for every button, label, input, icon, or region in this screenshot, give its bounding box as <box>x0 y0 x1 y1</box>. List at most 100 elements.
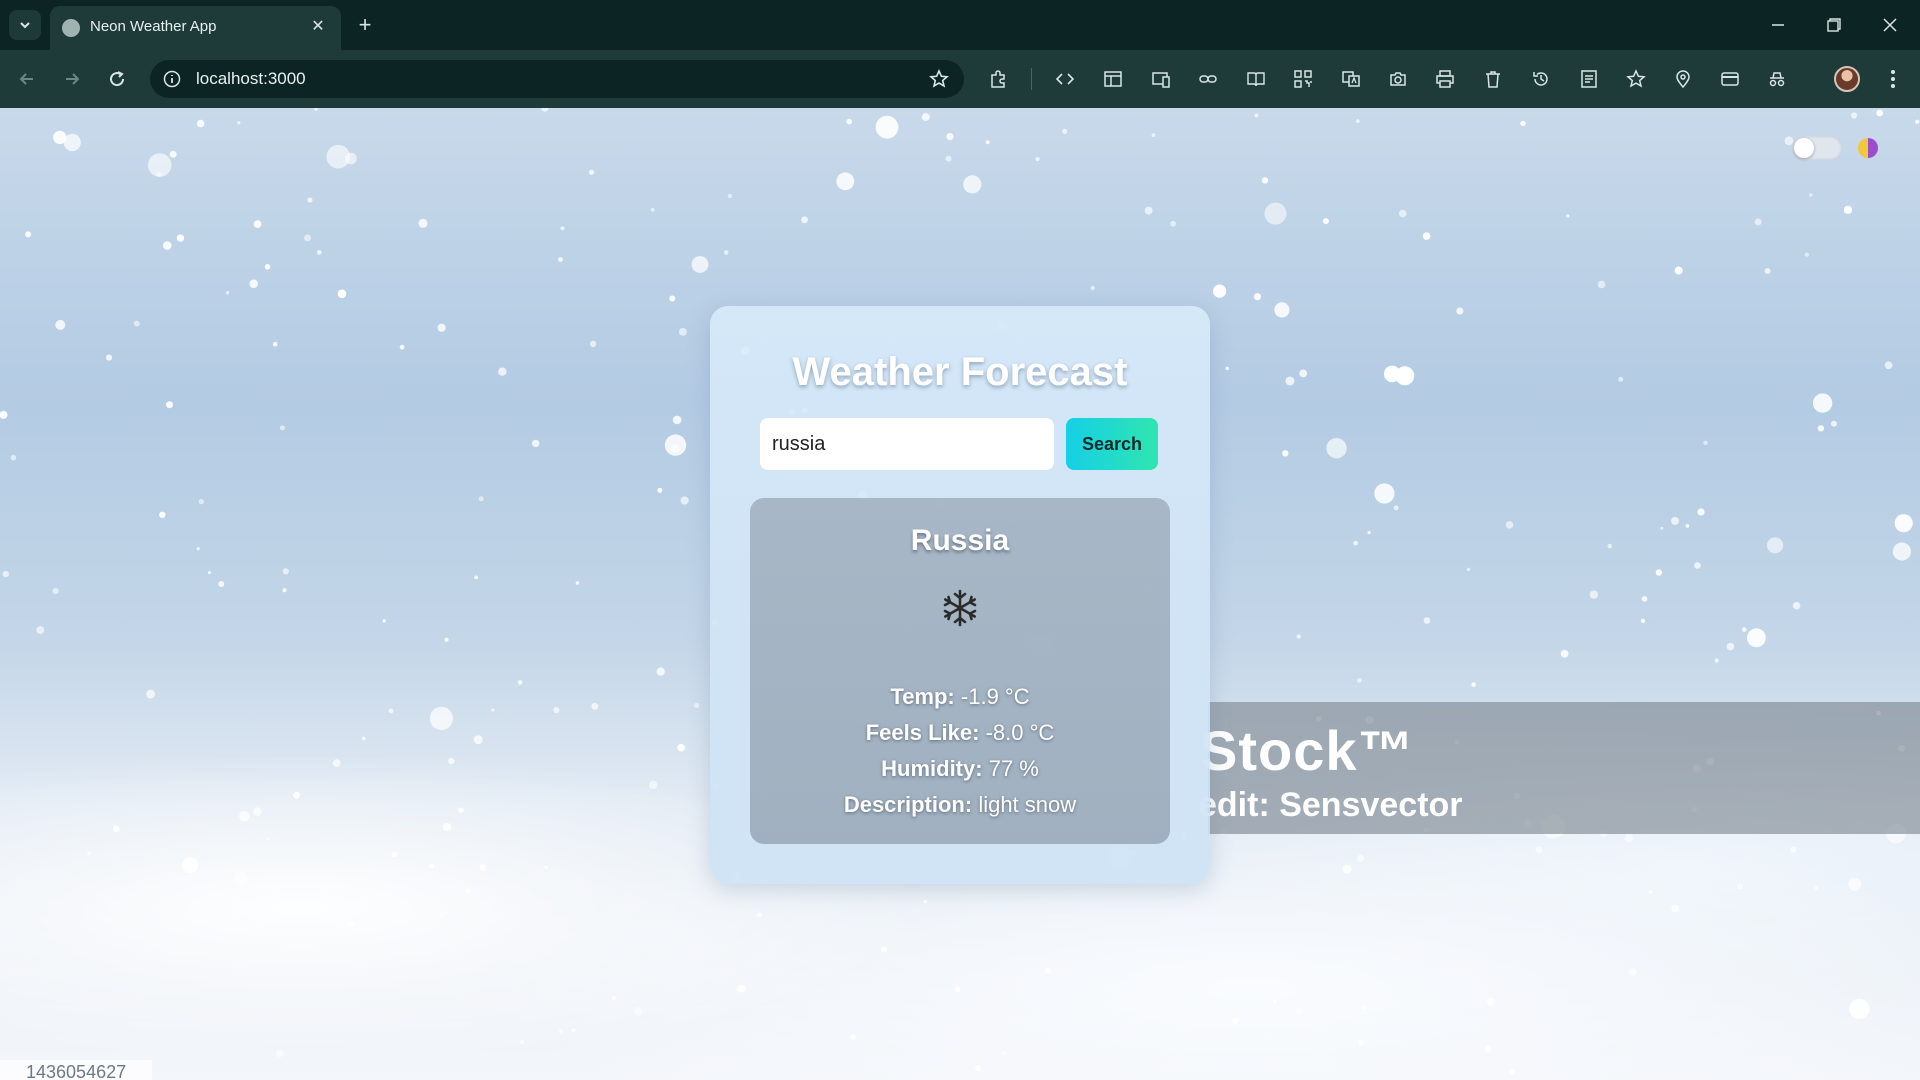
snowflake-dot <box>1471 682 1476 687</box>
description-line: Description: light snow <box>750 792 1170 818</box>
qr-code-icon[interactable] <box>1290 66 1316 92</box>
snowflake-dot <box>1272 999 1277 1004</box>
snowflake-dot <box>1361 1006 1366 1010</box>
link-icon[interactable] <box>1195 66 1221 92</box>
snowflake-dot <box>1764 268 1771 274</box>
snowflake-dot <box>1170 220 1176 227</box>
address-bar[interactable]: localhost:3000 <box>150 60 964 98</box>
layout-icon[interactable] <box>1100 66 1126 92</box>
restore-button[interactable] <box>1814 10 1854 40</box>
snowflake-dot <box>1485 1046 1491 1052</box>
reading-mode-icon[interactable] <box>1243 66 1269 92</box>
snowflake-dot <box>444 637 449 642</box>
snowflake-dot <box>1253 293 1261 301</box>
snowflake-dot <box>1232 1017 1239 1025</box>
browser-tab[interactable]: Neon Weather App ✕ <box>50 6 341 50</box>
snowflake-dot <box>1225 366 1229 371</box>
translate-icon[interactable] <box>1338 66 1364 92</box>
snowflake-dot <box>1851 112 1858 119</box>
snowflake-dot <box>293 791 300 799</box>
incognito-icon[interactable] <box>1764 66 1790 92</box>
screenshot-icon[interactable] <box>1385 66 1411 92</box>
back-button[interactable] <box>10 62 44 96</box>
print-icon[interactable] <box>1432 66 1458 92</box>
snowflake-dot <box>1326 438 1347 459</box>
tab-search-button[interactable] <box>9 10 41 40</box>
snowflake-dot <box>87 851 92 856</box>
snowflake-dot <box>1299 369 1308 378</box>
snowflake-dot <box>589 340 597 348</box>
favorites-icon[interactable] <box>1623 66 1649 92</box>
snowflake-dot <box>1560 649 1569 658</box>
description-value: light snow <box>978 792 1077 817</box>
extensions-puzzle-icon[interactable] <box>985 66 1011 92</box>
snowflake-dot <box>1703 440 1708 445</box>
snowflake-dot <box>105 354 113 361</box>
snowflake-dot <box>218 581 225 587</box>
reload-button[interactable] <box>100 62 134 96</box>
snowflake-dot <box>571 1028 576 1033</box>
snowflake-dot <box>266 837 270 841</box>
snowflake-icon <box>943 589 977 627</box>
snowflake-dot <box>1814 886 1819 890</box>
snowflake-dot <box>282 588 287 593</box>
code-icon[interactable] <box>1052 66 1078 92</box>
snowflake-dot <box>1694 562 1701 569</box>
theme-toggle[interactable] <box>1792 136 1842 160</box>
snowflake-dot <box>0 410 8 419</box>
snowflake-dot <box>1508 1068 1515 1075</box>
snowflake-dot <box>1285 376 1295 386</box>
forward-button[interactable] <box>55 62 89 96</box>
snowflake-dot <box>1915 119 1920 124</box>
snowflake-dot <box>1045 967 1051 974</box>
close-window-button[interactable] <box>1870 10 1910 40</box>
snowflake-dot <box>1261 177 1269 184</box>
snowflake-dot <box>975 1065 981 1072</box>
snowflake-dot <box>1741 627 1747 632</box>
temp-value: -1.9 °C <box>960 684 1030 709</box>
snowflake-dot <box>36 626 45 635</box>
reading-list-icon[interactable] <box>1576 66 1602 92</box>
snowflake-dot <box>113 825 120 832</box>
snowflake-dot <box>875 115 899 139</box>
site-info-icon[interactable] <box>162 69 182 89</box>
close-tab-icon[interactable]: ✕ <box>307 15 329 37</box>
snowflake-dot <box>332 759 341 767</box>
minimize-button[interactable] <box>1758 10 1798 40</box>
bookmark-star-icon[interactable] <box>928 68 950 90</box>
snowflake-dot <box>1624 833 1634 843</box>
city-search-input[interactable] <box>760 418 1054 470</box>
snowflake-dot <box>133 320 140 327</box>
history-icon[interactable] <box>1528 66 1554 92</box>
snowflake-dot <box>1817 425 1825 432</box>
snowflake-dot <box>198 498 204 505</box>
snowflake-dot <box>249 279 258 289</box>
temp-label: Temp: <box>890 684 955 709</box>
toolbar-separator <box>1031 68 1032 90</box>
snowflake-dot <box>391 851 398 858</box>
snowflake-dot <box>448 757 455 765</box>
snowflake-dot <box>10 454 17 461</box>
snowflake-dot <box>1487 997 1495 1006</box>
snowflake-dot <box>850 1034 856 1040</box>
search-button[interactable]: Search <box>1066 418 1158 470</box>
profile-avatar[interactable] <box>1834 66 1860 92</box>
trash-icon[interactable] <box>1480 66 1506 92</box>
snowflake-dot <box>881 946 888 953</box>
snowflake-dot <box>1295 1007 1304 1016</box>
snowflake-dot <box>1035 157 1040 162</box>
snowflake-dot <box>307 197 313 203</box>
location-pin-icon[interactable] <box>1670 66 1696 92</box>
snowflake-dot <box>233 872 248 886</box>
tab-title: Neon Weather App <box>90 18 217 35</box>
payment-card-icon[interactable] <box>1717 66 1743 92</box>
snowflake-dot <box>1809 193 1813 197</box>
snowflake-dot <box>473 735 483 745</box>
more-menu-icon[interactable] <box>1880 66 1906 92</box>
new-tab-button[interactable]: + <box>352 12 378 38</box>
feels-like-label: Feels Like: <box>865 720 980 745</box>
snowflake-dot <box>442 823 452 832</box>
responsive-icon[interactable] <box>1148 66 1174 92</box>
snowflake-dot <box>304 234 312 242</box>
feels-like-value: -8.0 °C <box>985 720 1055 745</box>
